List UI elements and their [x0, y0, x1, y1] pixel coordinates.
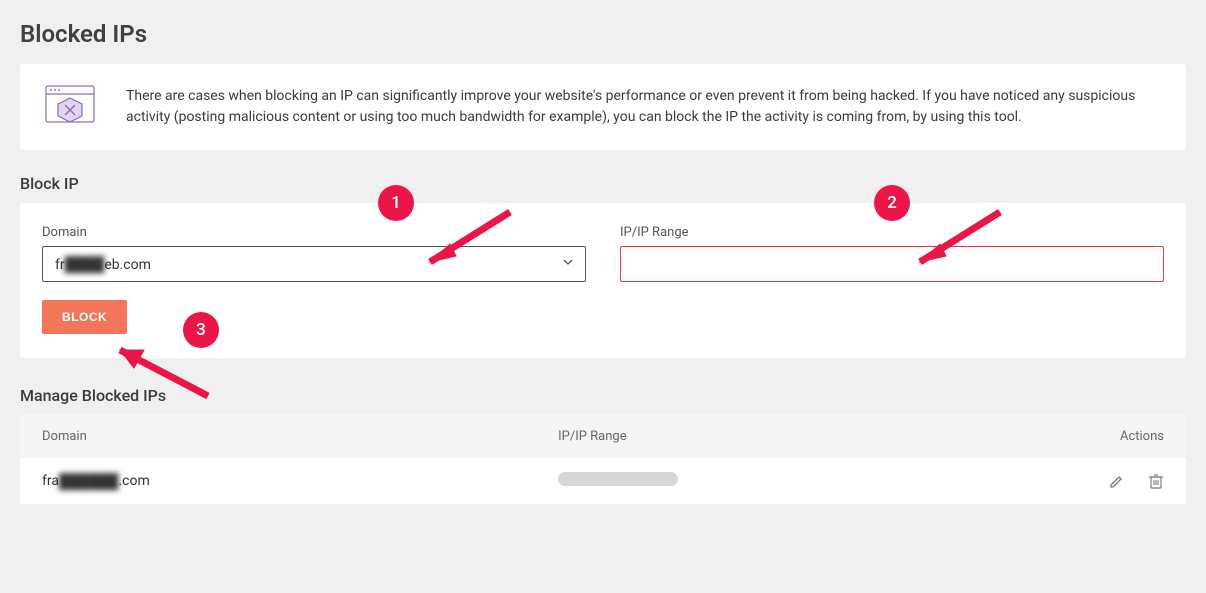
- edit-icon[interactable]: [1108, 472, 1126, 490]
- table-header-row: Domain IP/IP Range Actions: [20, 415, 1186, 458]
- row-ip: [558, 472, 1007, 490]
- page-title: Blocked IPs: [20, 20, 1186, 48]
- manage-blocked-ips-heading: Manage Blocked IPs: [20, 386, 1186, 405]
- header-actions: Actions: [1007, 429, 1164, 444]
- info-box: There are cases when blocking an IP can …: [20, 64, 1186, 150]
- domain-select[interactable]: fr████eb.com: [42, 246, 586, 282]
- chevron-down-icon: [561, 255, 575, 273]
- ip-range-label: IP/IP Range: [620, 225, 1164, 240]
- row-domain: fra██████.com: [42, 473, 558, 490]
- ip-redacted-value: [558, 472, 678, 486]
- block-button[interactable]: BLOCK: [42, 300, 127, 334]
- domain-label: Domain: [42, 225, 586, 240]
- ip-range-input[interactable]: [620, 246, 1164, 282]
- header-ip: IP/IP Range: [558, 429, 1007, 444]
- blocked-ip-illustration-icon: [42, 82, 98, 132]
- block-ip-heading: Block IP: [20, 174, 1186, 193]
- info-text: There are cases when blocking an IP can …: [126, 86, 1164, 128]
- domain-select-value: fr████eb.com: [55, 256, 151, 273]
- header-domain: Domain: [42, 429, 558, 444]
- trash-icon[interactable]: [1148, 472, 1164, 490]
- block-ip-form: Domain fr████eb.com IP/IP Range BLOCK: [20, 203, 1186, 358]
- blocked-ips-table: Domain IP/IP Range Actions fra██████.com: [20, 415, 1186, 504]
- table-row: fra██████.com: [20, 458, 1186, 504]
